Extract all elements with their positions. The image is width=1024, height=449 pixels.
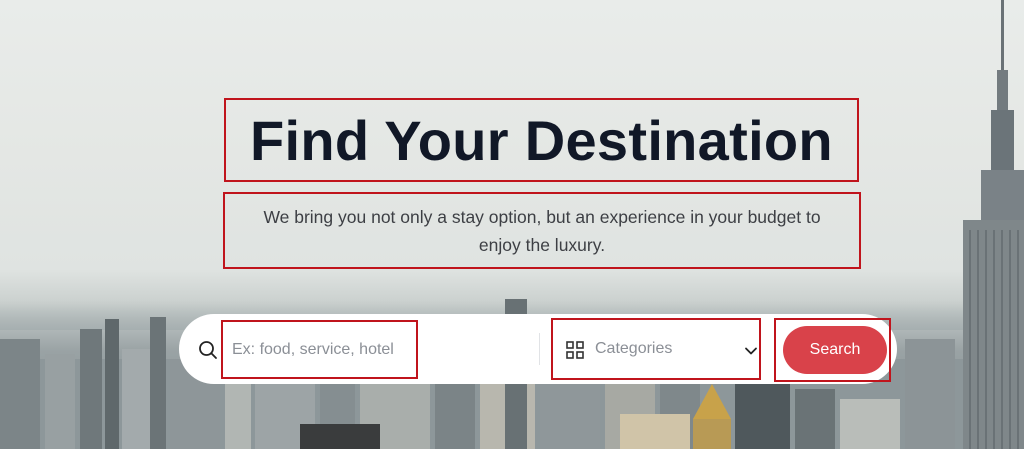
page-title: Find Your Destination — [250, 108, 833, 172]
keyword-field-highlight — [221, 320, 418, 379]
search-icon — [199, 341, 217, 359]
category-select-label: Categories — [595, 340, 673, 357]
search-button[interactable]: Search — [783, 326, 887, 374]
empire-state-building-image — [963, 0, 1024, 449]
keyword-search-input[interactable] — [232, 340, 412, 359]
grid-icon — [566, 341, 584, 359]
subtitle-highlight: We bring you not only a stay option, but… — [223, 192, 861, 269]
search-button-highlight: Search — [774, 318, 891, 382]
chevron-down-icon — [745, 347, 757, 355]
page-subtitle: We bring you not only a stay option, but… — [263, 206, 821, 255]
search-divider — [539, 333, 540, 365]
title-highlight: Find Your Destination — [224, 98, 859, 182]
category-select[interactable]: Categories — [551, 318, 761, 380]
